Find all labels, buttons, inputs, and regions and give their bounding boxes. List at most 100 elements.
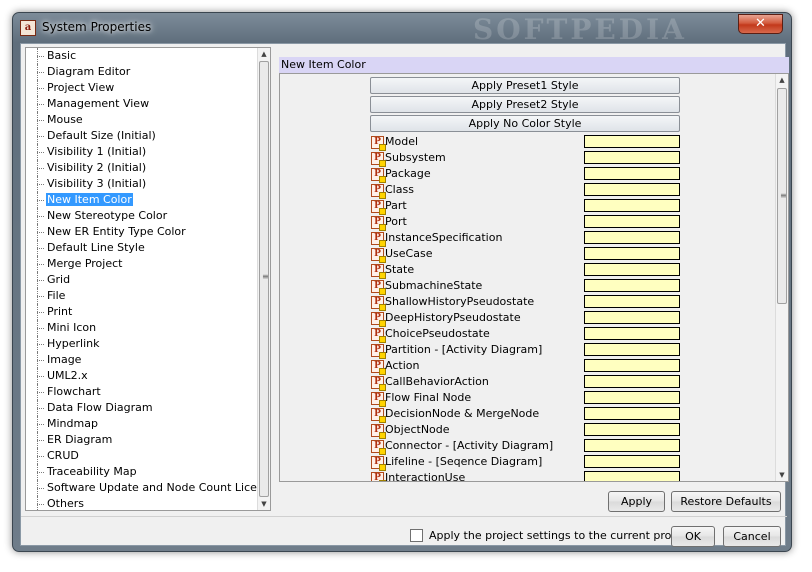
color-swatch[interactable] [584, 263, 680, 276]
color-swatch[interactable] [584, 455, 680, 468]
color-swatch[interactable] [584, 295, 680, 308]
tree-item[interactable]: Diagram Editor [26, 64, 258, 80]
tree-item-label: Default Size (Initial) [47, 129, 156, 142]
color-swatch[interactable] [584, 391, 680, 404]
scroll-down-arrow-icon[interactable]: ▼ [258, 498, 270, 510]
content-scrollbar[interactable]: ▲ ≡ ▼ [775, 74, 788, 481]
color-setting-row: P SubmachineState [370, 278, 680, 295]
tree-item-label: ER Diagram [47, 433, 113, 446]
color-setting-row: P Port [370, 214, 680, 231]
color-swatch[interactable] [584, 151, 680, 164]
tree-item[interactable]: Visibility 3 (Initial) [26, 176, 258, 192]
color-setting-row: P Connector - [Activity Diagram] [370, 438, 680, 455]
color-swatch[interactable] [584, 359, 680, 372]
tree-item[interactable]: Visibility 1 (Initial) [26, 144, 258, 160]
apply-button[interactable]: Apply [608, 491, 665, 512]
property-icon: P [371, 392, 386, 407]
color-settings-content: Apply Preset1 Style Apply Preset2 Style … [280, 74, 773, 481]
color-swatch[interactable] [584, 279, 680, 292]
scroll-up-arrow-icon[interactable]: ▲ [258, 48, 270, 60]
tree-item[interactable]: UML2.x [26, 368, 258, 384]
tree-item[interactable]: Data Flow Diagram [26, 400, 258, 416]
apply-project-settings-checkbox[interactable] [410, 529, 423, 542]
tree-item[interactable]: Mouse [26, 112, 258, 128]
tree-scrollbar[interactable]: ▲ ≡ ▼ [257, 48, 270, 510]
color-swatch[interactable] [584, 375, 680, 388]
property-icon: P [371, 264, 386, 279]
tree-item[interactable]: Project View [26, 80, 258, 96]
tree-item[interactable]: Hyperlink [26, 336, 258, 352]
scroll-down-arrow-icon[interactable]: ▼ [776, 469, 788, 481]
tree-item[interactable]: New Item Color [26, 192, 258, 208]
color-swatch[interactable] [584, 199, 680, 212]
color-setting-label: CallBehaviorAction [385, 375, 489, 388]
title-bar[interactable]: a System Properties SOFTPEDIA ✕ [13, 13, 791, 46]
color-settings-box: Apply Preset1 Style Apply Preset2 Style … [279, 73, 789, 482]
tree-item[interactable]: Flowchart [26, 384, 258, 400]
dialog-footer: Apply the project settings to the curren… [21, 516, 787, 547]
color-swatch[interactable] [584, 135, 680, 148]
color-swatch[interactable] [584, 407, 680, 420]
tree-item-label: New ER Entity Type Color [47, 225, 186, 238]
tree-item-label: Flowchart [47, 385, 101, 398]
color-swatch[interactable] [584, 183, 680, 196]
tree-item[interactable]: Visibility 2 (Initial) [26, 160, 258, 176]
tree-item-label: Default Line Style [47, 241, 145, 254]
tree-item[interactable]: New ER Entity Type Color [26, 224, 258, 240]
tree-item[interactable]: Merge Project [26, 256, 258, 272]
apply-no-color-button[interactable]: Apply No Color Style [370, 115, 680, 132]
apply-preset2-button[interactable]: Apply Preset2 Style [370, 96, 680, 113]
tree-item[interactable]: Mindmap [26, 416, 258, 432]
tree-item-label: Basic [47, 49, 77, 62]
tree-item[interactable]: ER Diagram [26, 432, 258, 448]
color-setting-label: Class [385, 183, 414, 196]
tree-item[interactable]: Basic [26, 48, 258, 64]
color-setting-row: P Partition - [Activity Diagram] [370, 342, 680, 359]
color-swatch[interactable] [584, 423, 680, 436]
close-button[interactable]: ✕ [738, 14, 783, 34]
tree-item-label: Management View [47, 97, 150, 110]
color-swatch[interactable] [584, 439, 680, 452]
tree-item[interactable]: Default Line Style [26, 240, 258, 256]
property-icon: P [371, 424, 386, 439]
apply-project-settings-label: Apply the project settings to the curren… [429, 529, 692, 542]
tree-item[interactable]: Grid [26, 272, 258, 288]
tree-item[interactable]: CRUD [26, 448, 258, 464]
tree-item[interactable]: Management View [26, 96, 258, 112]
category-tree: Basic Diagram Editor Project View Managemen… [25, 47, 271, 511]
property-icon: P [371, 456, 386, 471]
color-swatch[interactable] [584, 231, 680, 244]
color-swatch[interactable] [584, 471, 680, 481]
tree-item[interactable]: Default Size (Initial) [26, 128, 258, 144]
color-swatch[interactable] [584, 247, 680, 260]
settings-panel: New Item Color Apply Preset1 Style Apply… [279, 57, 789, 519]
color-setting-label: Action [385, 359, 420, 372]
color-setting-label: ShallowHistoryPseudostate [385, 295, 535, 308]
tree-item[interactable]: Print [26, 304, 258, 320]
color-swatch[interactable] [584, 311, 680, 324]
app-icon: a [20, 20, 36, 36]
apply-preset1-button[interactable]: Apply Preset1 Style [370, 77, 680, 94]
color-swatch[interactable] [584, 327, 680, 340]
restore-defaults-button[interactable]: Restore Defaults [671, 491, 781, 512]
tree-item[interactable]: Image [26, 352, 258, 368]
tree-scrollbar-thumb[interactable]: ≡ [259, 61, 269, 497]
tree-item-label: Visibility 1 (Initial) [47, 145, 147, 158]
tree-item[interactable]: Others [26, 496, 258, 510]
color-swatch[interactable] [584, 343, 680, 356]
tree-item[interactable]: File [26, 288, 258, 304]
scroll-up-arrow-icon[interactable]: ▲ [776, 74, 788, 86]
tree-item[interactable]: Mini Icon [26, 320, 258, 336]
tree-item[interactable]: Software Update and Node Count License [26, 480, 258, 496]
color-swatch[interactable] [584, 167, 680, 180]
tree-item[interactable]: New Stereotype Color [26, 208, 258, 224]
content-scrollbar-thumb[interactable]: ≡ [777, 88, 787, 304]
property-icon: P [371, 472, 386, 481]
tree-item[interactable]: Traceability Map [26, 464, 258, 480]
property-icon: P [371, 280, 386, 295]
tree-item-label: Mindmap [47, 417, 98, 430]
cancel-button[interactable]: Cancel [723, 526, 781, 547]
ok-button[interactable]: OK [671, 526, 715, 547]
color-swatch[interactable] [584, 215, 680, 228]
tree-item-label: CRUD [47, 449, 79, 462]
